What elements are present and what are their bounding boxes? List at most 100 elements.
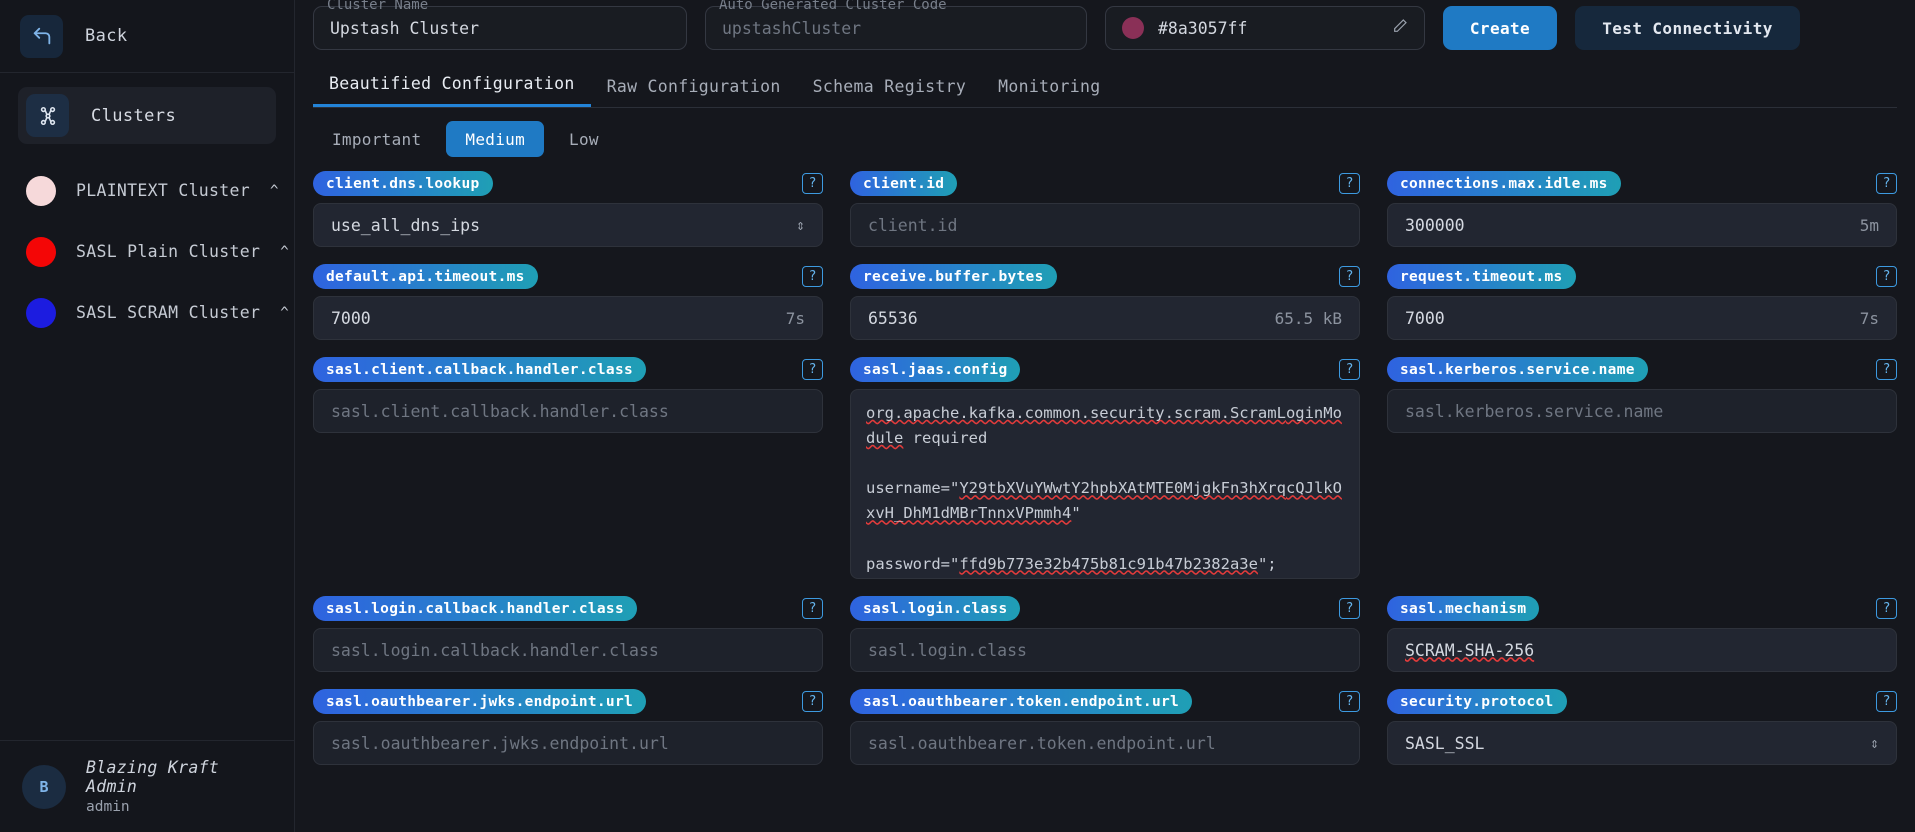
jaas-password-prefix: password=": [866, 554, 960, 573]
config-key-badge: sasl.jaas.config: [850, 357, 1021, 382]
cluster-name-label: PLAINTEXT Cluster: [76, 181, 250, 200]
chevron-up-icon[interactable]: ^: [280, 244, 292, 260]
config-value: use_all_dns_ips: [331, 215, 481, 235]
config-field-sasl-kerberos-service-name: sasl.kerberos.service.name ? sasl.kerber…: [1387, 357, 1897, 579]
config-key-badge: request.timeout.ms: [1387, 264, 1576, 289]
help-icon[interactable]: ?: [802, 691, 823, 712]
config-suffix: 5m: [1859, 215, 1879, 235]
config-field-request-timeout-ms: request.timeout.ms ? 7000 7s: [1387, 264, 1897, 340]
chevron-updown-icon: ⇕: [1869, 734, 1879, 752]
config-input-sasl-client-callback-handler-class[interactable]: sasl.client.callback.handler.class: [313, 389, 823, 433]
jaas-password-suffix: ";: [1257, 554, 1277, 573]
config-placeholder: sasl.login.class: [868, 640, 1027, 660]
config-key-badge: sasl.client.callback.handler.class: [313, 357, 647, 382]
config-key-badge: default.api.timeout.ms: [313, 264, 538, 289]
config-key-badge: receive.buffer.bytes: [850, 264, 1057, 289]
config-input-client-id[interactable]: client.id: [850, 203, 1360, 247]
sidebar-nav: Clusters PLAINTEXT Cluster ^ SASL Plain …: [0, 73, 294, 740]
config-input-sasl-login-class[interactable]: sasl.login.class: [850, 628, 1360, 672]
test-connectivity-button[interactable]: Test Connectivity: [1575, 6, 1800, 50]
cluster-code-label: Auto Generated Cluster Code: [719, 0, 947, 13]
config-placeholder: sasl.kerberos.service.name: [1405, 401, 1664, 421]
back-button[interactable]: Back: [0, 0, 294, 73]
config-field-client-id: client.id ? client.id: [850, 171, 1360, 247]
sidebar-item-cluster-sasl-plain[interactable]: SASL Plain Cluster ^: [18, 221, 289, 282]
arrow-back-icon[interactable]: [20, 14, 63, 58]
pencil-icon[interactable]: [1392, 18, 1408, 38]
config-input-receive-buffer-bytes[interactable]: 65536 65.5 kB: [850, 296, 1360, 340]
cluster-color-dot: [26, 236, 56, 267]
create-button[interactable]: Create: [1443, 6, 1557, 50]
cluster-color-dot: [26, 297, 56, 328]
color-swatch: [1122, 17, 1144, 39]
help-icon[interactable]: ?: [1339, 598, 1360, 619]
help-icon[interactable]: ?: [1339, 266, 1360, 287]
help-icon[interactable]: ?: [1876, 359, 1897, 380]
config-value: 7000: [1405, 308, 1445, 328]
config-tabs: Beautified Configuration Raw Configurati…: [313, 62, 1897, 108]
tab-monitoring[interactable]: Monitoring: [982, 77, 1116, 107]
help-icon[interactable]: ?: [1876, 173, 1897, 194]
jaas-username-suffix: ": [1071, 504, 1081, 523]
config-placeholder: client.id: [868, 215, 958, 235]
config-value: 65536: [868, 308, 918, 328]
config-input-sasl-kerberos-service-name[interactable]: sasl.kerberos.service.name: [1387, 389, 1897, 433]
cluster-name-label: Cluster Name: [327, 0, 429, 13]
config-select-client-dns-lookup[interactable]: use_all_dns_ips ⇕: [313, 203, 823, 247]
help-icon[interactable]: ?: [802, 359, 823, 380]
config-key-badge: security.protocol: [1387, 689, 1567, 714]
cluster-name-label: SASL SCRAM Cluster: [76, 303, 261, 322]
chevron-up-icon[interactable]: ^: [270, 183, 282, 199]
help-icon[interactable]: ?: [802, 173, 823, 194]
config-input-default-api-timeout-ms[interactable]: 7000 7s: [313, 296, 823, 340]
severity-medium-button[interactable]: Medium: [446, 121, 545, 157]
chevron-updown-icon: ⇕: [795, 216, 805, 234]
jaas-password-value: ffd9b773e32b475b81c91b47b2382a3e: [959, 554, 1258, 573]
severity-low-button[interactable]: Low: [550, 121, 618, 157]
help-icon[interactable]: ?: [1876, 266, 1897, 287]
app-root: Back Clusters PLAINTEXT Cluster ^ SASL P…: [0, 0, 1915, 832]
config-input-sasl-oauthbearer-token-endpoint-url[interactable]: sasl.oauthbearer.token.endpoint.url: [850, 721, 1360, 765]
help-icon[interactable]: ?: [802, 598, 823, 619]
tab-beautified-configuration[interactable]: Beautified Configuration: [313, 74, 591, 107]
config-key-badge: connections.max.idle.ms: [1387, 171, 1621, 196]
sidebar-item-cluster-sasl-scram[interactable]: SASL SCRAM Cluster ^: [18, 282, 289, 343]
config-field-sasl-mechanism: sasl.mechanism ? SCRAM-SHA-256: [1387, 596, 1897, 672]
sidebar-item-label: Clusters: [91, 105, 177, 126]
tab-schema-registry[interactable]: Schema Registry: [797, 77, 983, 107]
config-placeholder: sasl.login.callback.handler.class: [331, 640, 659, 660]
config-input-sasl-login-callback-handler-class[interactable]: sasl.login.callback.handler.class: [313, 628, 823, 672]
help-icon[interactable]: ?: [1876, 691, 1897, 712]
cluster-code-field: Auto Generated Cluster Code upstashClust…: [705, 0, 1087, 50]
config-key-badge: client.dns.lookup: [313, 171, 493, 196]
cluster-color-dot: [26, 175, 56, 206]
config-select-security-protocol[interactable]: SASL_SSL ⇕: [1387, 721, 1897, 765]
config-field-receive-buffer-bytes: receive.buffer.bytes ? 65536 65.5 kB: [850, 264, 1360, 340]
help-icon[interactable]: ?: [802, 266, 823, 287]
help-icon[interactable]: ?: [1339, 173, 1360, 194]
config-key-badge: client.id: [850, 171, 958, 196]
tab-raw-configuration[interactable]: Raw Configuration: [591, 77, 797, 107]
config-suffix: 7s: [785, 308, 805, 328]
config-input-sasl-mechanism[interactable]: SCRAM-SHA-256: [1387, 628, 1897, 672]
config-input-connections-max-idle-ms[interactable]: 300000 5m: [1387, 203, 1897, 247]
main-content: Cluster Name Upstash Cluster Auto Genera…: [295, 0, 1915, 832]
help-icon[interactable]: ?: [1339, 691, 1360, 712]
sidebar-item-clusters[interactable]: Clusters: [18, 87, 276, 144]
config-key-badge: sasl.kerberos.service.name: [1387, 357, 1648, 382]
user-profile[interactable]: B Blazing Kraft Admin admin: [0, 740, 294, 832]
config-field-sasl-oauthbearer-token-endpoint-url: sasl.oauthbearer.token.endpoint.url ? sa…: [850, 689, 1360, 765]
chevron-up-icon[interactable]: ^: [280, 305, 292, 321]
sidebar-item-cluster-plaintext[interactable]: PLAINTEXT Cluster ^: [18, 160, 278, 221]
jaas-required-keyword: required: [903, 429, 988, 448]
severity-filter: Important Medium Low: [313, 108, 1897, 171]
severity-important-button[interactable]: Important: [313, 121, 440, 157]
jaas-username-part1: Y29tbXVuYWwtY2hpbXAtMTE0MjgkFn3hXrq: [959, 479, 1286, 498]
config-placeholder: sasl.oauthbearer.jwks.endpoint.url: [331, 733, 669, 753]
config-input-request-timeout-ms[interactable]: 7000 7s: [1387, 296, 1897, 340]
help-icon[interactable]: ?: [1876, 598, 1897, 619]
config-input-sasl-oauthbearer-jwks-endpoint-url[interactable]: sasl.oauthbearer.jwks.endpoint.url: [313, 721, 823, 765]
cluster-color-picker[interactable]: #8a3057ff: [1105, 6, 1425, 50]
config-textarea-sasl-jaas-config[interactable]: org.apache.kafka.common.security.scram.S…: [850, 389, 1360, 579]
help-icon[interactable]: ?: [1339, 359, 1360, 380]
